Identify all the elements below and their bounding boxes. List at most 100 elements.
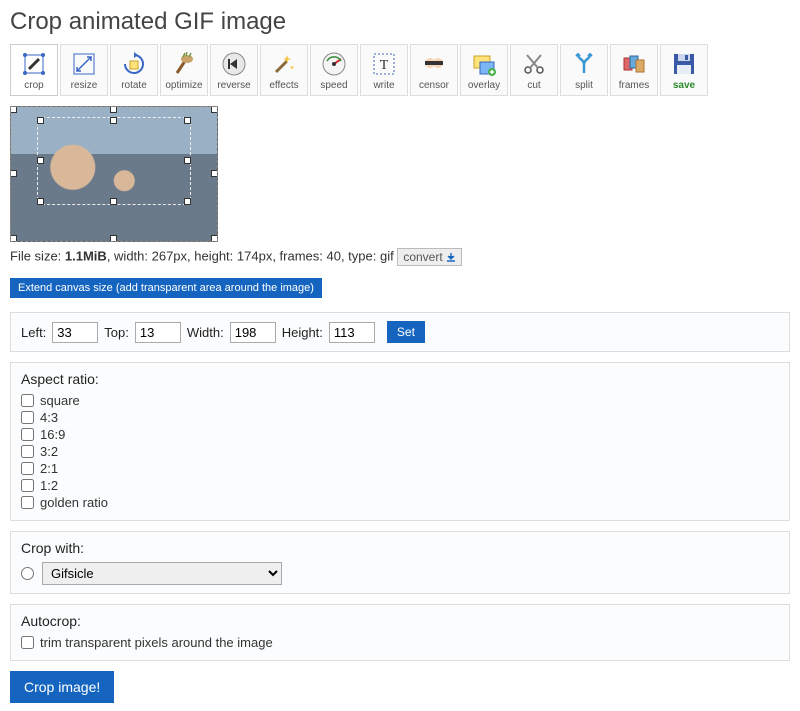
file-info-rest: , width: 267px, height: 174px, frames: 4…	[107, 248, 394, 263]
save-icon	[670, 50, 698, 78]
image-preview[interactable]	[10, 106, 218, 242]
aspect-option-label: 4:3	[40, 410, 58, 425]
toolbar: crop resize rotate optimize reverse effects sp…	[10, 44, 790, 96]
aspect-option-row: 1:2	[21, 478, 779, 493]
tool-label: cut	[527, 80, 540, 91]
dimensions-panel: Left: Top: Width: Height: Set	[10, 312, 790, 352]
aspect-checkbox-square[interactable]	[21, 394, 34, 407]
tool-label: censor	[419, 80, 449, 91]
crop-with-select[interactable]: Gifsicle	[42, 562, 282, 585]
outer-handle-bl[interactable]	[10, 235, 17, 242]
page-title: Crop animated GIF image	[10, 8, 790, 36]
tool-label: split	[575, 80, 593, 91]
aspect-option-label: 2:1	[40, 461, 58, 476]
tool-effects[interactable]: effects	[260, 44, 308, 96]
download-icon	[446, 253, 456, 263]
svg-text:T: T	[380, 58, 389, 73]
width-input[interactable]	[230, 322, 276, 343]
convert-button[interactable]: convert	[397, 248, 462, 266]
top-label: Top:	[104, 325, 129, 340]
tool-rotate[interactable]: rotate	[110, 44, 158, 96]
tool-crop[interactable]: crop	[10, 44, 58, 96]
tool-optimize[interactable]: optimize	[160, 44, 208, 96]
tool-label: crop	[24, 80, 43, 91]
file-size-prefix: File size:	[10, 248, 65, 263]
aspect-option-row: 3:2	[21, 444, 779, 459]
top-input[interactable]	[135, 322, 181, 343]
tool-censor[interactable]: censor	[410, 44, 458, 96]
tool-label: speed	[320, 80, 347, 91]
aspect-ratio-panel: Aspect ratio: square 4:3 16:9 3:2 2:1 1:2 gold…	[10, 362, 790, 521]
aspect-option-row: square	[21, 393, 779, 408]
aspect-option-row: 2:1	[21, 461, 779, 476]
aspect-ratio-list: square 4:3 16:9 3:2 2:1 1:2 golden ratio	[21, 393, 779, 510]
censor-icon	[420, 50, 448, 78]
tool-label: reverse	[217, 80, 250, 91]
tool-cut[interactable]: cut	[510, 44, 558, 96]
tool-label: frames	[619, 80, 650, 91]
effects-icon	[270, 50, 298, 78]
split-icon	[570, 50, 598, 78]
outer-handle-bm[interactable]	[110, 235, 117, 242]
frames-icon	[620, 50, 648, 78]
aspect-ratio-label: Aspect ratio:	[21, 371, 779, 387]
aspect-option-label: 3:2	[40, 444, 58, 459]
file-info: File size: 1.1MiB, width: 267px, height:…	[10, 248, 790, 266]
aspect-checkbox-4-3[interactable]	[21, 411, 34, 424]
optimize-icon	[170, 50, 198, 78]
aspect-checkbox-golden-ratio[interactable]	[21, 496, 34, 509]
aspect-checkbox-16-9[interactable]	[21, 428, 34, 441]
outer-handle-ml[interactable]	[10, 170, 17, 177]
height-label: Height:	[282, 325, 323, 340]
tool-reverse[interactable]: reverse	[210, 44, 258, 96]
rotate-icon	[120, 50, 148, 78]
tool-label: optimize	[165, 80, 202, 91]
resize-icon	[70, 50, 98, 78]
file-size-value: 1.1MiB	[65, 248, 107, 263]
outer-handle-mr[interactable]	[211, 170, 218, 177]
aspect-option-label: 1:2	[40, 478, 58, 493]
aspect-option-label: golden ratio	[40, 495, 108, 510]
cut-icon	[520, 50, 548, 78]
aspect-option-row: 4:3	[21, 410, 779, 425]
aspect-option-row: golden ratio	[21, 495, 779, 510]
tool-save[interactable]: save	[660, 44, 708, 96]
aspect-checkbox-2-1[interactable]	[21, 462, 34, 475]
left-input[interactable]	[52, 322, 98, 343]
tool-split[interactable]: split	[560, 44, 608, 96]
crop-icon	[20, 50, 48, 78]
aspect-option-label: 16:9	[40, 427, 65, 442]
crop-with-label: Crop with:	[21, 540, 779, 556]
crop-with-panel: Crop with: Gifsicle	[10, 531, 790, 594]
tool-speed[interactable]: speed	[310, 44, 358, 96]
outer-handle-tr[interactable]	[211, 106, 218, 113]
aspect-checkbox-3-2[interactable]	[21, 445, 34, 458]
tool-resize[interactable]: resize	[60, 44, 108, 96]
overlay-icon	[470, 50, 498, 78]
speed-icon	[320, 50, 348, 78]
tool-frames[interactable]: frames	[610, 44, 658, 96]
outer-handle-br[interactable]	[211, 235, 218, 242]
outer-handle-tm[interactable]	[110, 106, 117, 113]
aspect-checkbox-1-2[interactable]	[21, 479, 34, 492]
tool-write[interactable]: Twrite	[360, 44, 408, 96]
reverse-icon	[220, 50, 248, 78]
crop-image-button[interactable]: Crop image!	[10, 671, 114, 703]
set-button[interactable]: Set	[387, 321, 425, 343]
tool-label: rotate	[121, 80, 147, 91]
extend-canvas-button[interactable]: Extend canvas size (add transparent area…	[10, 278, 322, 298]
outer-handle-tl[interactable]	[10, 106, 17, 113]
tool-label: write	[373, 80, 394, 91]
autocrop-panel: Autocrop: trim transparent pixels around…	[10, 604, 790, 661]
height-input[interactable]	[329, 322, 375, 343]
width-label: Width:	[187, 325, 224, 340]
autocrop-label: Autocrop:	[21, 613, 779, 629]
left-label: Left:	[21, 325, 46, 340]
crop-with-radio[interactable]	[21, 567, 34, 580]
write-icon: T	[370, 50, 398, 78]
tool-label: overlay	[468, 80, 500, 91]
tool-label: effects	[269, 80, 298, 91]
tool-label: save	[673, 80, 695, 91]
aspect-option-row: 16:9	[21, 427, 779, 442]
tool-overlay[interactable]: overlay	[460, 44, 508, 96]
